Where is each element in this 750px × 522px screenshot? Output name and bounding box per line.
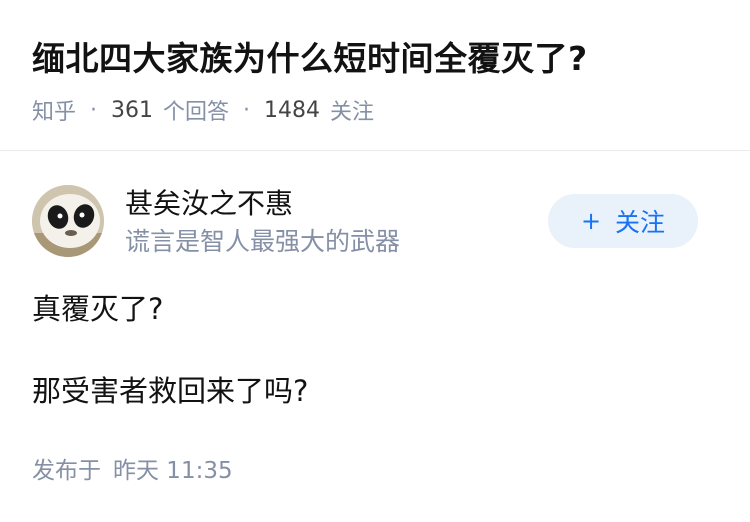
author-row: 甚矣汝之不惠 谎言是智人最强大的武器 + 关注 — [32, 183, 718, 261]
avatar[interactable] — [32, 185, 104, 257]
follower-count-label: 关注 — [330, 100, 375, 125]
question-title[interactable]: 缅北四大家族为什么短时间全覆灭了? — [32, 36, 588, 82]
answer-body: 真覆灭了? 那受害者救回来了吗? — [32, 287, 718, 413]
author-bio: 谎言是智人最强大的武器 — [125, 227, 401, 256]
author-name[interactable]: 甚矣汝之不惠 — [125, 185, 293, 223]
meta-separator: · — [90, 97, 98, 123]
panda-avatar-icon — [32, 185, 104, 257]
follow-button[interactable]: + 关注 — [548, 194, 698, 248]
answer-paragraph: 真覆灭了? — [32, 292, 164, 326]
follower-count: 1484 — [264, 97, 321, 123]
answer-paragraph: 那受害者救回来了吗? — [32, 374, 309, 408]
publish-label: 发布于 — [32, 458, 101, 484]
publish-timestamp: 昨天 11:35 — [113, 458, 233, 484]
publish-time: 发布于 昨天 11:35 — [32, 455, 233, 487]
answer-count-label: 个回答 — [163, 100, 230, 125]
source-label[interactable]: 知乎 — [32, 94, 76, 126]
plus-icon: + — [580, 207, 602, 235]
follow-button-label: 关注 — [615, 208, 666, 237]
meta-separator: · — [243, 97, 251, 123]
question-header: 缅北四大家族为什么短时间全覆灭了? 知乎 · 361 个回答 · 1484 关注 — [0, 0, 750, 151]
question-meta: 知乎 · 361 个回答 · 1484 关注 — [32, 94, 374, 126]
answer-count: 361 — [111, 97, 154, 123]
